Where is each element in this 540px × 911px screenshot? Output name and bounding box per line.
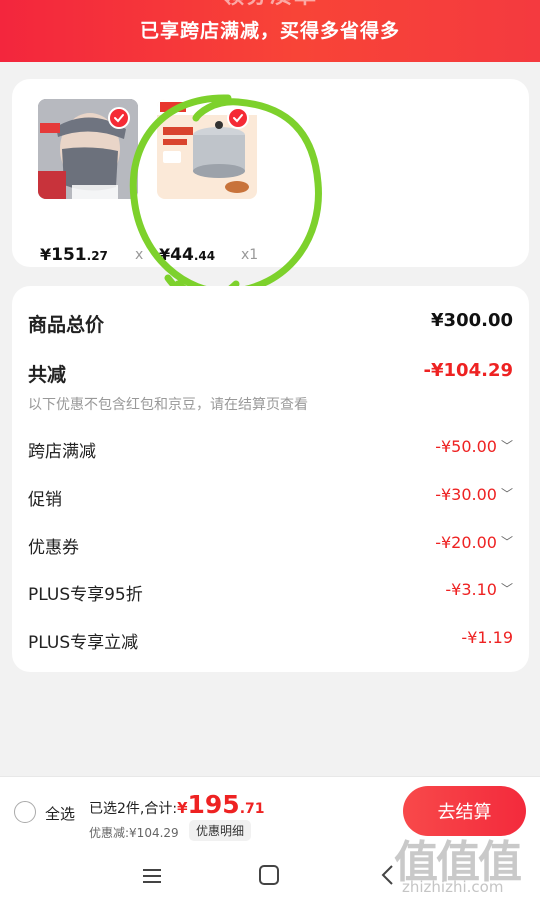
total-price-value: ¥300.00 bbox=[431, 310, 513, 331]
chevron-down-icon[interactable]: ﹀ bbox=[501, 533, 513, 550]
discount-value: -¥50.00 ﹀ bbox=[435, 437, 513, 456]
total-discount-value: -¥104.29 bbox=[423, 360, 513, 381]
discount-label: 跨店满减 bbox=[28, 442, 96, 462]
selected-products-card: ¥151.27 x ¥44.44 x1 bbox=[12, 79, 529, 267]
total-discount-label: 共减 bbox=[28, 364, 67, 386]
discount-value: -¥3.10 ﹀ bbox=[445, 580, 513, 599]
selected-count-text: 已选2件,合计: bbox=[89, 801, 178, 817]
selected-check[interactable] bbox=[108, 107, 130, 129]
discount-detail-button[interactable]: 优惠明细 bbox=[189, 820, 252, 841]
check-icon bbox=[114, 114, 124, 123]
home-icon[interactable] bbox=[257, 863, 281, 887]
chevron-down-icon[interactable]: ﹀ bbox=[501, 437, 513, 454]
discount-value: -¥30.00 ﹀ bbox=[435, 485, 513, 504]
chevron-down-icon[interactable]: ﹀ bbox=[501, 485, 513, 502]
discount-amount: -¥20.00 bbox=[435, 533, 497, 552]
discount-amount: -¥3.10 bbox=[445, 580, 497, 599]
watermark: 值值值 zhizhizhi.com bbox=[390, 826, 540, 911]
product-price: ¥151.27 bbox=[40, 245, 108, 265]
price-decimal: .27 bbox=[86, 249, 108, 263]
discount-amount: -¥30.00 bbox=[435, 485, 497, 504]
total-price-label: 商品总价 bbox=[28, 314, 105, 336]
promo-banner: 领券凑单 已享跨店满减，买得多省得多 bbox=[0, 0, 540, 62]
banner-subtitle: 已享跨店满减，买得多省得多 bbox=[139, 20, 400, 42]
select-all-checkbox[interactable] bbox=[14, 801, 36, 823]
order-summary: 已选2件,合计:¥195.71 bbox=[89, 790, 265, 819]
watermark-url: zhizhizhi.com bbox=[402, 878, 504, 896]
discount-label: 促销 bbox=[28, 490, 62, 510]
product-image[interactable] bbox=[157, 99, 257, 199]
price-integer: 44 bbox=[170, 245, 194, 265]
price-symbol: ¥ bbox=[40, 245, 52, 264]
check-icon bbox=[233, 114, 243, 123]
selected-check[interactable] bbox=[227, 107, 249, 129]
total-amount-integer: 195 bbox=[187, 790, 240, 819]
product-quantity: x bbox=[135, 247, 144, 263]
discount-label: PLUS专享立减 bbox=[28, 633, 139, 653]
currency-symbol: ¥ bbox=[177, 799, 188, 817]
banner-title: 领券凑单 bbox=[0, 0, 540, 10]
chevron-down-icon[interactable]: ﹀ bbox=[501, 580, 513, 597]
select-all-label[interactable]: 全选 bbox=[45, 803, 75, 824]
discount-value: -¥1.19 bbox=[461, 628, 513, 647]
price-symbol: ¥ bbox=[159, 245, 171, 264]
menu-icon[interactable] bbox=[140, 864, 164, 888]
discount-note: 以下优惠不包含红包和京豆，请在结算页查看 bbox=[28, 397, 308, 413]
product-quantity: x1 bbox=[241, 247, 259, 263]
price-decimal: .44 bbox=[193, 249, 216, 263]
discount-amount: -¥50.00 bbox=[435, 437, 497, 456]
product-image[interactable] bbox=[38, 99, 138, 199]
product-price: ¥44.44 bbox=[159, 245, 215, 265]
discount-value: -¥20.00 ﹀ bbox=[435, 533, 513, 552]
discount-label: 优惠券 bbox=[28, 538, 79, 558]
price-detail-card: 商品总价 ¥300.00 共减 -¥104.29 以下优惠不包含红包和京豆，请在… bbox=[12, 286, 529, 672]
discount-label: PLUS专享95折 bbox=[28, 585, 143, 605]
total-amount-decimal: .71 bbox=[239, 801, 265, 817]
price-integer: 151 bbox=[51, 245, 87, 265]
discount-summary: 优惠减:¥104.29 bbox=[89, 826, 179, 840]
